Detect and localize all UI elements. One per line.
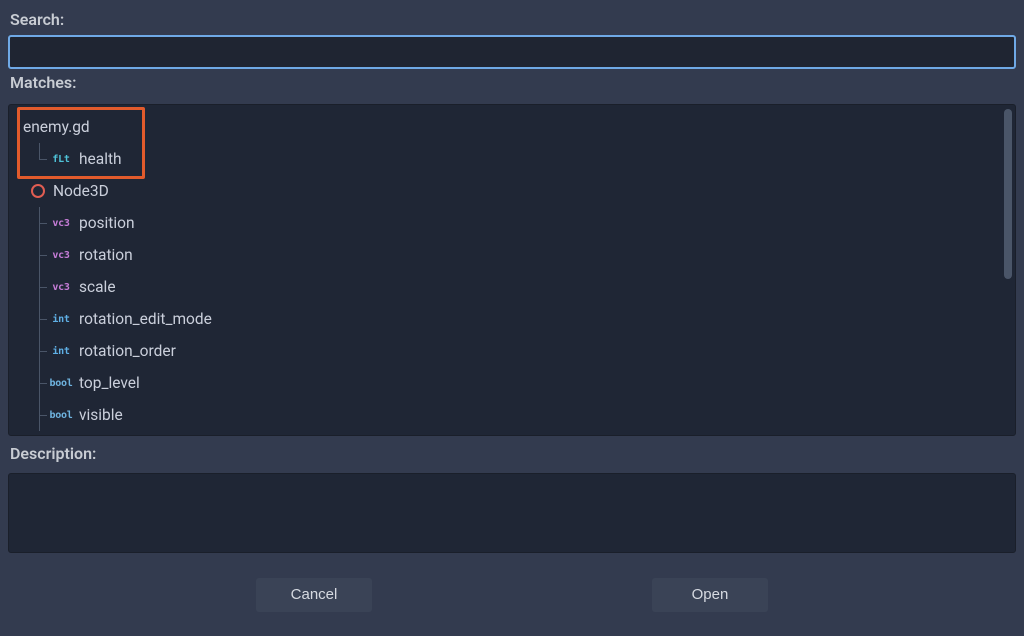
matches-label: Matches: [10,73,1016,92]
scrollbar-thumb[interactable] [1004,109,1012,279]
float-type-icon: fLt [49,154,73,165]
open-button[interactable]: Open [652,578,768,612]
tree-connector-icon [35,143,49,175]
property-label: rotation [79,246,133,264]
tree-connector-icon [35,399,49,431]
tree-connector-icon [35,303,49,335]
bool-type-icon: bool [49,378,73,389]
tree-property-rotation-order[interactable]: int rotation_order [9,335,1001,367]
tree-property-position[interactable]: vc3 position [9,207,1001,239]
tree-connector-icon [35,239,49,271]
tree-property-visible[interactable]: bool visible [9,399,1001,431]
tree-script-root[interactable]: enemy.gd [9,111,1001,143]
description-label: Description: [10,444,1016,463]
tree-property-health[interactable]: fLt health [9,143,1001,175]
node-name: Node3D [53,182,109,200]
vector3-type-icon: vc3 [49,282,73,293]
tree-property-rotation[interactable]: vc3 rotation [9,239,1001,271]
int-type-icon: int [49,314,73,325]
matches-tree[interactable]: enemy.gd fLt health Node3D vc3 position … [9,105,1001,435]
property-label: rotation_edit_mode [79,310,212,328]
property-label: scale [79,278,116,296]
matches-panel: enemy.gd fLt health Node3D vc3 position … [8,104,1016,436]
vector3-type-icon: vc3 [49,250,73,261]
property-label: top_level [79,374,140,392]
search-label: Search: [10,10,1016,29]
tree-property-top-level[interactable]: bool top_level [9,367,1001,399]
tree-connector-icon [35,271,49,303]
int-type-icon: int [49,346,73,357]
description-panel [8,473,1016,553]
node3d-icon [31,184,45,198]
search-input[interactable] [8,35,1016,69]
tree-property-scale[interactable]: vc3 scale [9,271,1001,303]
dialog-footer: Cancel Open [8,553,1016,636]
tree-connector-icon [35,367,49,399]
property-label: health [79,150,122,168]
property-label: position [79,214,135,232]
script-name: enemy.gd [23,118,90,136]
tree-property-rotation-edit-mode[interactable]: int rotation_edit_mode [9,303,1001,335]
property-label: rotation_order [79,342,176,360]
vector3-type-icon: vc3 [49,218,73,229]
bool-type-icon: bool [49,410,73,421]
tree-connector-icon [35,207,49,239]
tree-node-root[interactable]: Node3D [9,175,1001,207]
tree-connector-icon [35,335,49,367]
property-label: visible [79,406,123,424]
cancel-button[interactable]: Cancel [256,578,372,612]
